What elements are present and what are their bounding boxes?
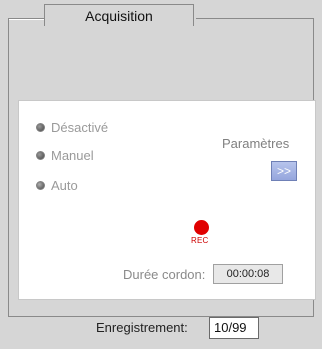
radio-desactive-label: Désactivé [51, 120, 109, 135]
parameters-button[interactable]: >> [271, 161, 297, 181]
radio-auto-label: Auto [51, 178, 78, 193]
acquisition-panel: Désactivé Manuel Auto Paramètres >> REC … [18, 100, 316, 300]
radio-manuel[interactable]: Manuel [36, 148, 94, 163]
duration-label: Durée cordon: [123, 267, 206, 282]
rec-indicator-label: REC [191, 236, 209, 245]
group-title: Acquisition [44, 4, 194, 26]
parameters-label: Paramètres [222, 136, 290, 151]
radio-button-icon[interactable] [36, 123, 45, 132]
radio-desactive[interactable]: Désactivé [36, 120, 108, 135]
radio-manuel-label: Manuel [51, 148, 94, 163]
group-frame-left [8, 18, 9, 316]
group-frame-bottom [8, 316, 314, 317]
duration-field: 00:00:08 [213, 264, 283, 284]
group-frame-top-right [196, 18, 314, 19]
acquisition-window: Acquisition Désactivé Manuel Auto Paramè… [0, 0, 322, 349]
group-frame-top-left [8, 18, 44, 20]
enregistrement-label: Enregistrement: [96, 320, 188, 335]
rec-indicator-icon [194, 220, 209, 235]
enregistrement-field[interactable]: 10/99 [209, 317, 259, 339]
radio-auto[interactable]: Auto [36, 178, 78, 193]
radio-button-icon[interactable] [36, 151, 45, 160]
radio-button-selected-icon[interactable] [36, 181, 45, 190]
